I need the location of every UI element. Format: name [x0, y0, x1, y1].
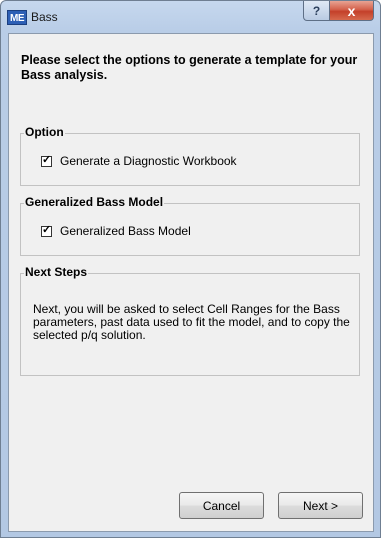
option-group-title: Option [24, 125, 65, 139]
help-icon: ? [312, 3, 321, 18]
generalized-bass-group-title: Generalized Bass Model [24, 195, 165, 209]
checkmark-icon: ✓ [42, 153, 52, 166]
app-icon: ME [7, 10, 27, 25]
instructions-heading: Please select the options to generate a … [21, 53, 358, 82]
next-button[interactable]: Next > [278, 492, 363, 519]
diagnostic-workbook-checkbox[interactable]: ✓ [41, 153, 52, 167]
title-bar-buttons: ? x [303, 1, 374, 21]
next-steps-group: Next Steps Next, you will be asked to se… [20, 265, 360, 376]
next-steps-title: Next Steps [24, 265, 89, 279]
generalized-bass-option[interactable]: ✓ Generalized Bass Model [41, 224, 191, 238]
close-icon: x [347, 2, 356, 19]
cancel-button[interactable]: Cancel [179, 492, 264, 519]
next-steps-text: Next, you will be asked to select Cell R… [33, 302, 350, 342]
checkmark-icon: ✓ [42, 223, 52, 236]
generalized-bass-group: Generalized Bass Model ✓ Generalized Bas… [20, 195, 360, 256]
title-bar[interactable]: ME Bass ? x [1, 1, 380, 31]
window-title: Bass [31, 10, 58, 24]
diagnostic-workbook-label: Generate a Diagnostic Workbook [60, 154, 237, 168]
generalized-bass-checkbox[interactable]: ✓ [41, 223, 52, 237]
dialog-body: Please select the options to generate a … [8, 33, 374, 532]
generalized-bass-label: Generalized Bass Model [60, 224, 191, 238]
bass-dialog-window: ME Bass ? x Please select the options to… [0, 0, 381, 538]
help-button[interactable]: ? [303, 1, 330, 21]
option-group: Option ✓ Generate a Diagnostic Workbook [20, 125, 360, 186]
diagnostic-workbook-option[interactable]: ✓ Generate a Diagnostic Workbook [41, 154, 237, 168]
close-button[interactable]: x [330, 1, 374, 21]
